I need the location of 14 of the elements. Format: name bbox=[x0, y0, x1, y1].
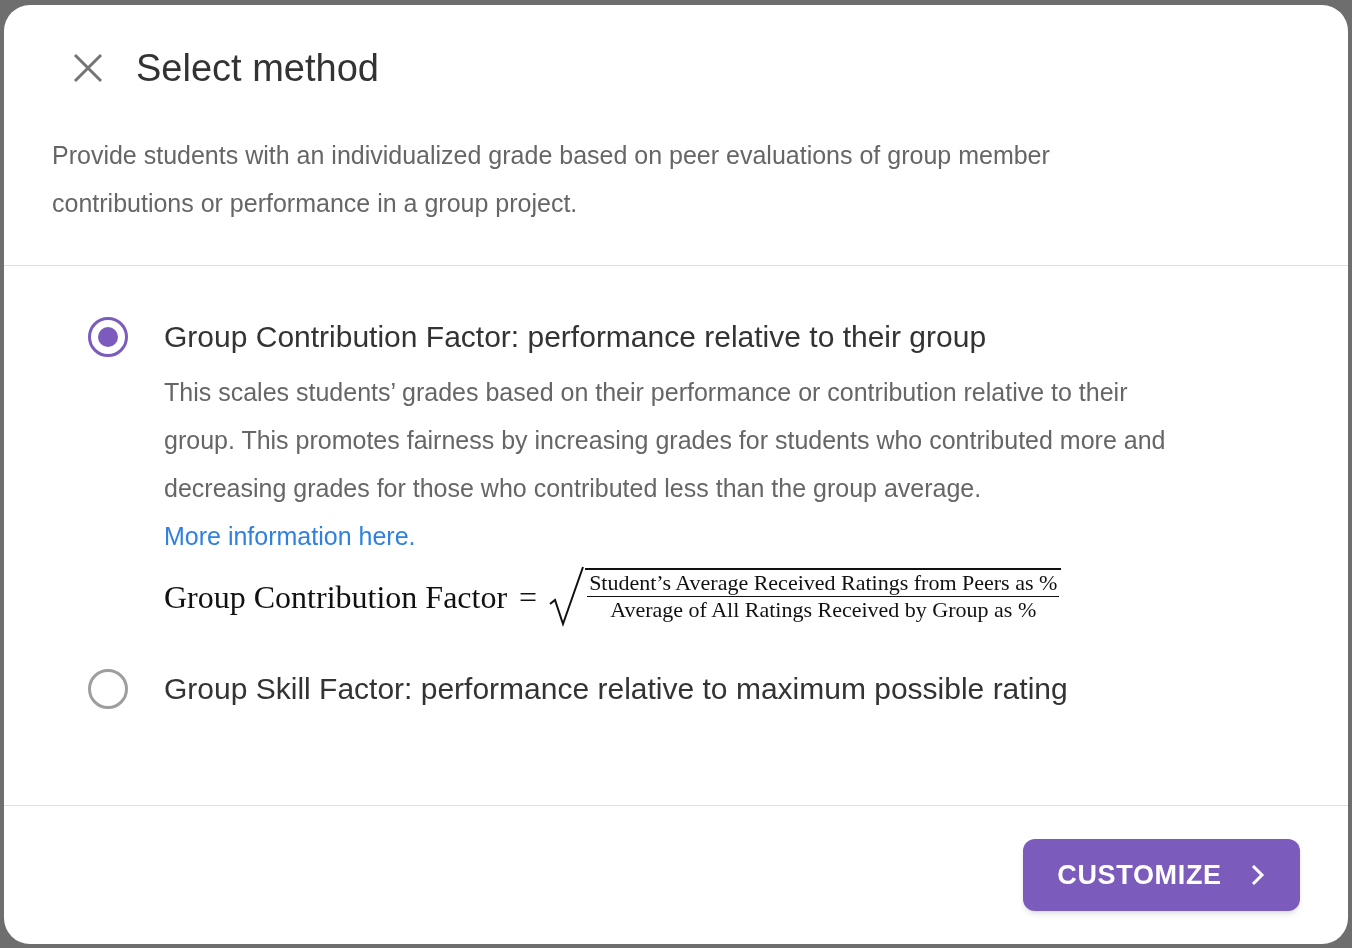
customize-button[interactable]: CUSTOMIZE bbox=[1023, 839, 1300, 911]
option-description: This scales students’ grades based on their performance or contribution relative to their group. This promotes fairness by increasing grades for students who contributed more and decreasing grades for those who contributed less than the group average. bbox=[164, 377, 1167, 504]
formula-denominator: Average of All Ratings Received by Group as % bbox=[610, 596, 1037, 623]
option-label[interactable]: Group Skill Factor: performance relative to maximum possible rating bbox=[164, 670, 1068, 708]
formula-lhs: Group Contribution Factor bbox=[164, 578, 508, 617]
dialog-title: Select method bbox=[136, 45, 379, 91]
equals-sign: = bbox=[519, 578, 538, 617]
chevron-right-icon bbox=[1249, 863, 1266, 887]
radio-button[interactable] bbox=[88, 317, 128, 357]
more-info-link[interactable]: More information here. bbox=[164, 512, 416, 560]
option-label[interactable]: Group Contribution Factor: performance relative to their group bbox=[164, 318, 1204, 356]
dialog-description: Provide students with an individualized grade based on peer evaluations of group member contributions or performance in a group project. bbox=[52, 140, 1051, 219]
formula-numerator: Student’s Average Received Ratings from Peers as % bbox=[587, 569, 1060, 597]
radio-button[interactable] bbox=[88, 669, 128, 709]
